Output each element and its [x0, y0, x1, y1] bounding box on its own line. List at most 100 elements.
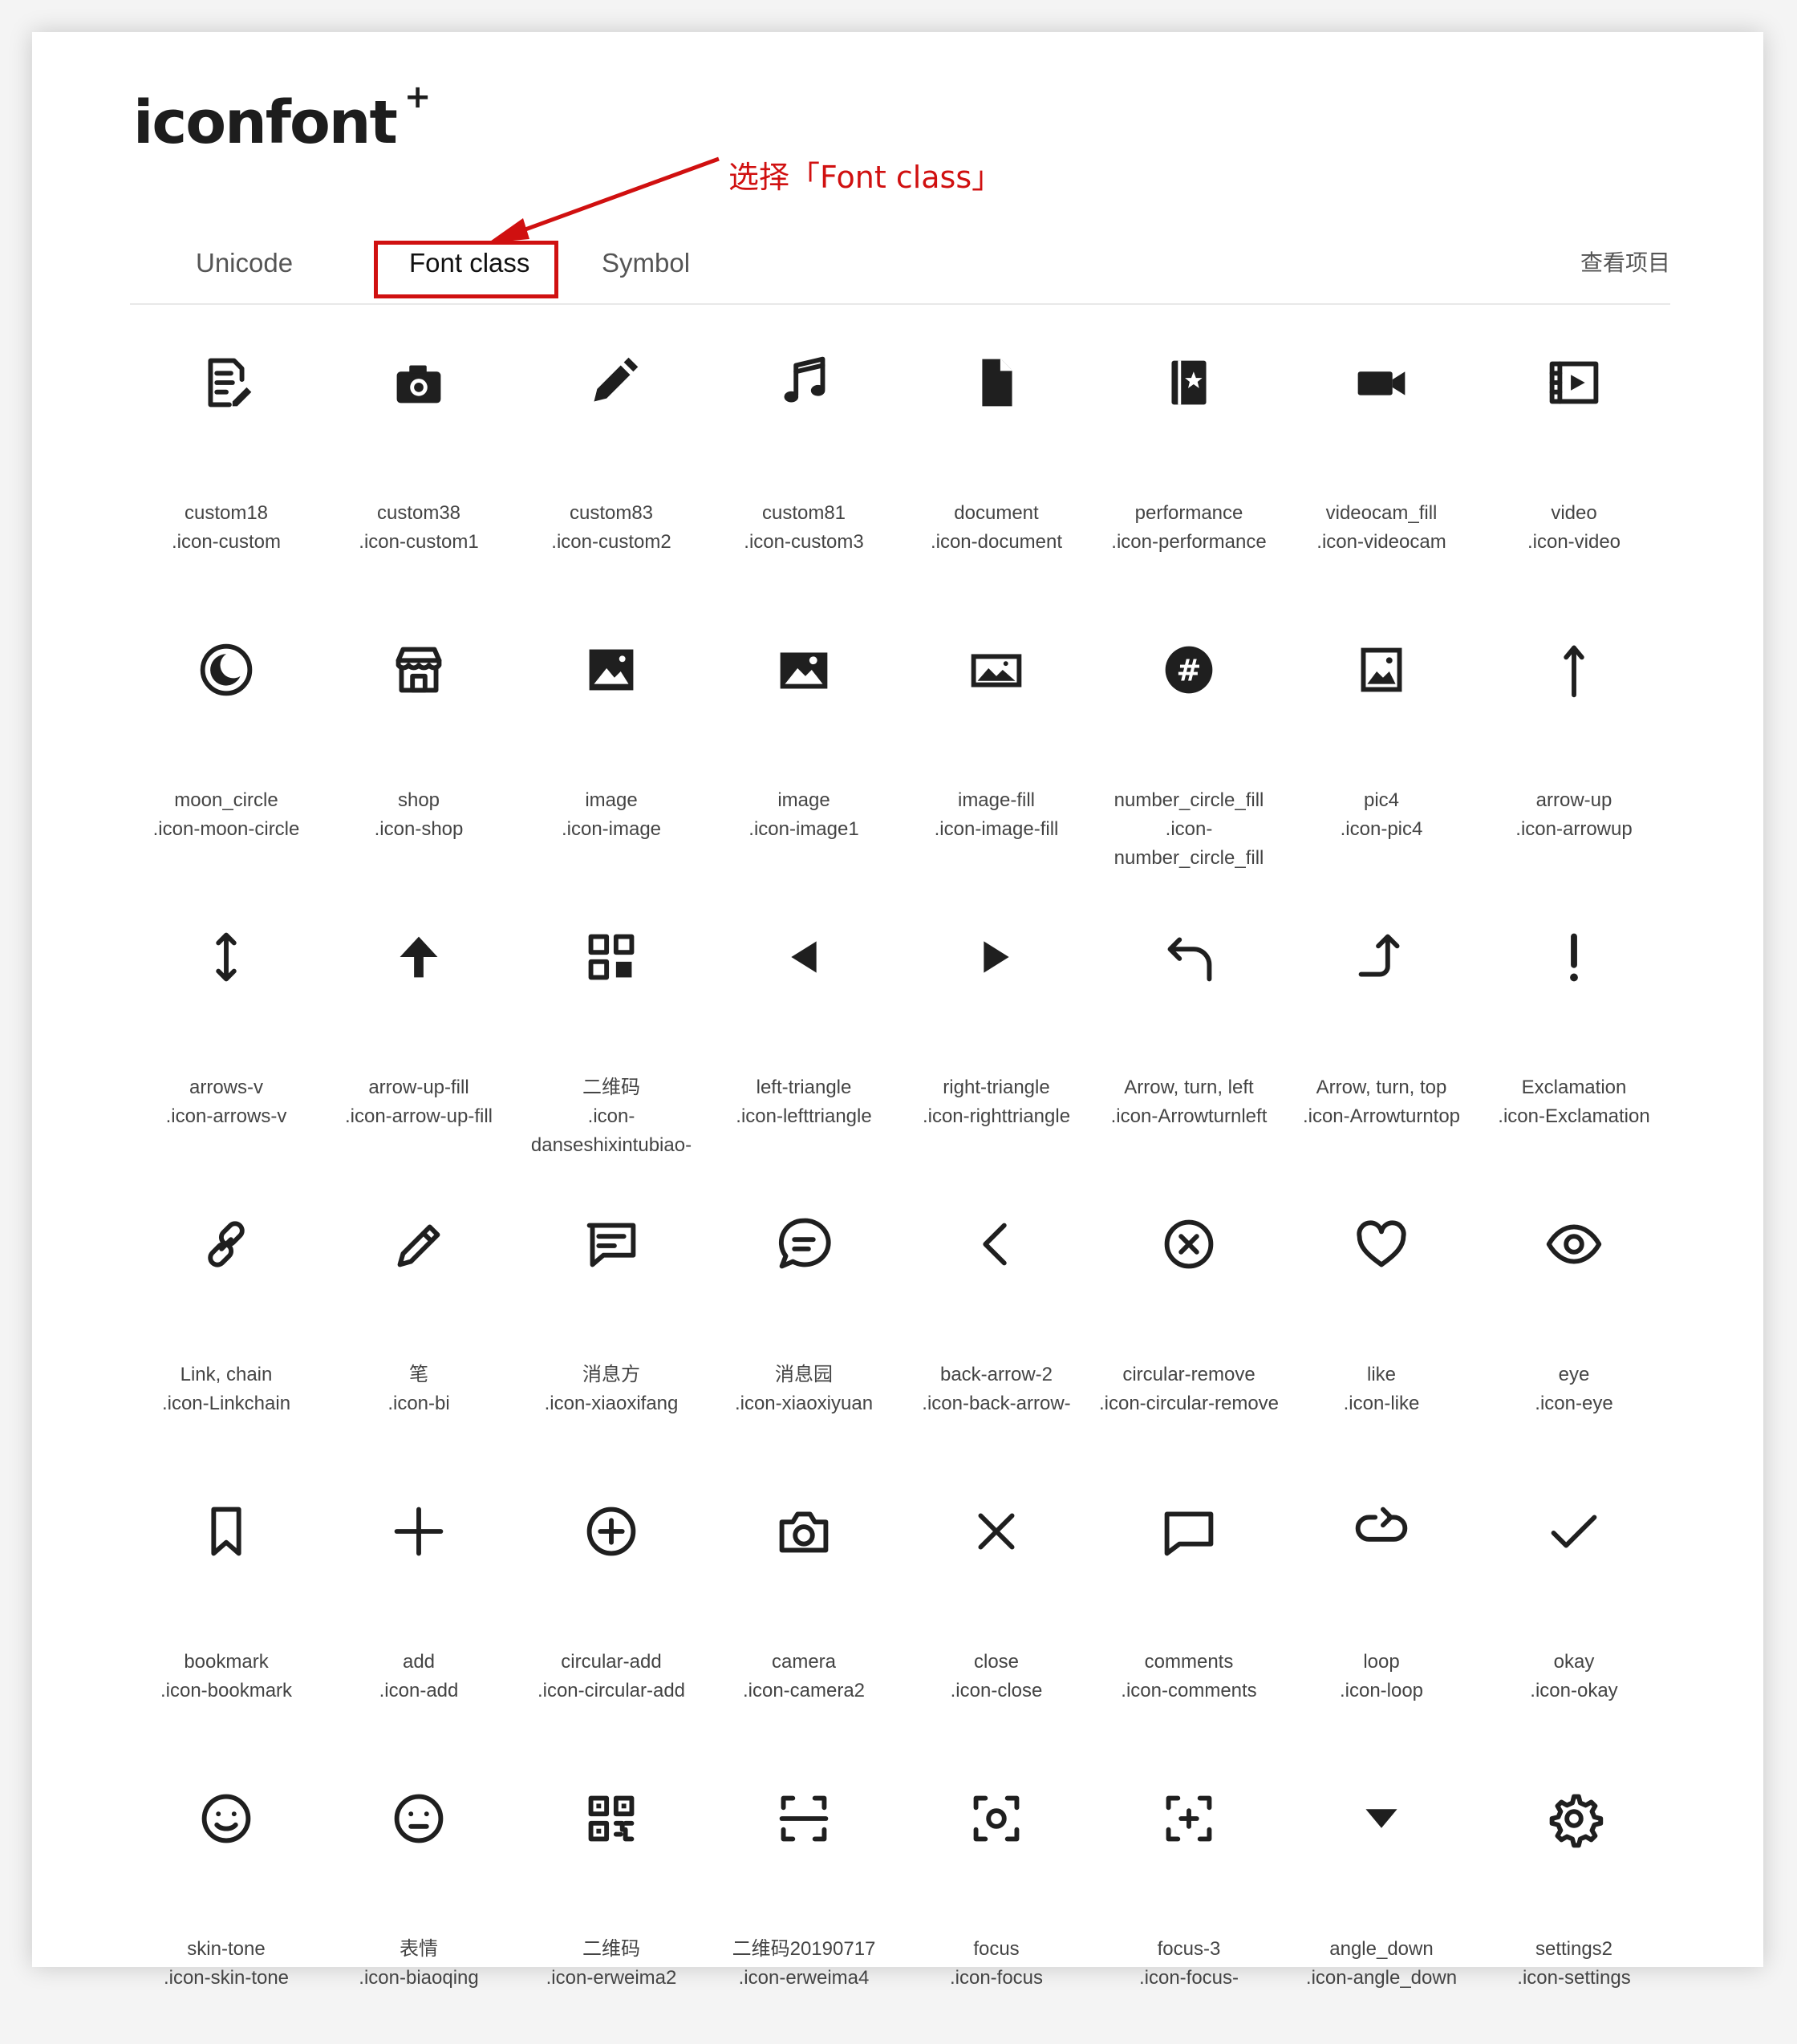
- icon-name: bookmark: [184, 1651, 269, 1673]
- icon-card[interactable]: 二维码 .icon-danseshixintubiao-: [515, 895, 708, 1182]
- icon-label: document .icon-document: [900, 499, 1093, 557]
- icon-card[interactable]: like .icon-like: [1285, 1182, 1478, 1470]
- qr-grid-icon: [575, 921, 647, 993]
- icon-card[interactable]: image .icon-image1: [708, 608, 900, 895]
- icon-card[interactable]: 笔 .icon-bi: [322, 1182, 515, 1470]
- icon-card[interactable]: back-arrow-2 .icon-back-arrow-: [900, 1182, 1093, 1470]
- icon-label: Arrow, turn, top .icon-Arrowturntop: [1285, 1073, 1478, 1131]
- arrow-up-icon: [1538, 634, 1610, 706]
- icon-card[interactable]: focus-3 .icon-focus-: [1093, 1757, 1285, 2044]
- icon-card[interactable]: left-triangle .icon-lefttriangle: [708, 895, 900, 1182]
- back-arrow-icon: [960, 1208, 1032, 1280]
- icon-class-name: .icon-angle_down: [1305, 1967, 1458, 1989]
- icon-card[interactable]: Exclamation .icon-Exclamation: [1478, 895, 1670, 1182]
- icon-card[interactable]: custom81 .icon-custom3: [708, 321, 900, 608]
- icon-card[interactable]: custom83 .icon-custom2: [515, 321, 708, 608]
- iconfont-logo[interactable]: iconfont +: [133, 79, 431, 157]
- icon-class-name: .icon-custom: [171, 531, 282, 553]
- icon-name: like: [1366, 1364, 1396, 1385]
- message-round-icon: [768, 1208, 840, 1280]
- icon-card[interactable]: Arrow, turn, left .icon-Arrowturnleft: [1093, 895, 1285, 1182]
- plus-icon: [383, 1495, 455, 1567]
- qr-code-icon: [575, 1782, 647, 1855]
- icon-card[interactable]: # number_circle_fill .icon-number_circle_f…: [1093, 608, 1285, 895]
- icon-card[interactable]: eye .icon-eye: [1478, 1182, 1670, 1470]
- icon-class-name: .icon-camera2: [742, 1680, 866, 1701]
- icon-label: angle_down .icon-angle_down: [1285, 1935, 1478, 1993]
- icon-card[interactable]: circular-remove .icon-circular-remove: [1093, 1182, 1285, 1470]
- tab-font-class[interactable]: Font class: [409, 223, 529, 303]
- icon-card[interactable]: image .icon-image: [515, 608, 708, 895]
- icon-card[interactable]: custom38 .icon-custom1: [322, 321, 515, 608]
- icon-card[interactable]: camera .icon-camera2: [708, 1470, 900, 1757]
- check-icon: [1538, 1495, 1610, 1567]
- icon-class-name: .icon-erweima2: [546, 1967, 677, 1989]
- icon-card[interactable]: performance .icon-performance: [1093, 321, 1285, 608]
- icon-card[interactable]: custom18 .icon-custom: [130, 321, 322, 608]
- icon-card[interactable]: close .icon-close: [900, 1470, 1093, 1757]
- icon-label: okay .icon-okay: [1478, 1648, 1670, 1705]
- icon-card[interactable]: document .icon-document: [900, 321, 1093, 608]
- icon-class-name: .icon-xiaoxifang: [544, 1393, 679, 1414]
- view-project-link[interactable]: 查看项目: [1580, 223, 1670, 303]
- icon-name: shop: [397, 789, 440, 811]
- icon-card[interactable]: comments .icon-comments: [1093, 1470, 1285, 1757]
- icon-class-name: .icon-image1: [748, 818, 859, 840]
- icon-card[interactable]: 二维码20190717 .icon-erweima4: [708, 1757, 900, 2044]
- icon-name: camera: [771, 1651, 837, 1673]
- icon-class-name: .icon-bookmark: [160, 1680, 293, 1701]
- icon-card[interactable]: moon_circle .icon-moon-circle: [130, 608, 322, 895]
- icon-card[interactable]: okay .icon-okay: [1478, 1470, 1670, 1757]
- icon-class-name: .icon-videocam: [1316, 531, 1446, 553]
- icon-label: comments .icon-comments: [1093, 1648, 1285, 1705]
- icon-card[interactable]: 消息方 .icon-xiaoxifang: [515, 1182, 708, 1470]
- icon-name: right-triangle: [943, 1077, 1050, 1098]
- icon-card[interactable]: Link, chain .icon-Linkchain: [130, 1182, 322, 1470]
- icon-class-name: .icon-custom1: [359, 531, 479, 553]
- icon-card[interactable]: Arrow, turn, top .icon-Arrowturntop: [1285, 895, 1478, 1182]
- icon-label: circular-remove .icon-circular-remove: [1093, 1361, 1285, 1418]
- icon-card[interactable]: arrow-up-fill .icon-arrow-up-fill: [322, 895, 515, 1182]
- icon-card[interactable]: 二维码 .icon-erweima2: [515, 1757, 708, 2044]
- tab-unicode[interactable]: Unicode: [196, 223, 293, 303]
- icon-card[interactable]: focus .icon-focus: [900, 1757, 1093, 2044]
- neutral-face-icon: [383, 1782, 455, 1855]
- icon-card[interactable]: loop .icon-loop: [1285, 1470, 1478, 1757]
- comment-icon: [1153, 1495, 1225, 1567]
- tab-bar: Unicode Font class Symbol 查看项目: [130, 223, 1670, 305]
- close-icon: [960, 1495, 1032, 1567]
- icon-class-name: .icon-lefttriangle: [736, 1105, 872, 1127]
- icon-card[interactable]: angle_down .icon-angle_down: [1285, 1757, 1478, 2044]
- icon-label: 笔 .icon-bi: [322, 1361, 515, 1418]
- icon-name: Arrow, turn, left: [1124, 1077, 1254, 1098]
- icon-card[interactable]: circular-add .icon-circular-add: [515, 1470, 708, 1757]
- arrow-turn-top-icon: [1345, 921, 1418, 993]
- icon-label: custom18 .icon-custom: [130, 499, 322, 557]
- icon-name: arrow-up: [1535, 789, 1612, 811]
- icon-card[interactable]: 表情 .icon-biaoqing: [322, 1757, 515, 2044]
- camera-outline-icon: [768, 1495, 840, 1567]
- icon-card[interactable]: 消息园 .icon-xiaoxiyuan: [708, 1182, 900, 1470]
- icon-name: 二维码: [582, 1077, 640, 1098]
- logo-plus: +: [404, 79, 431, 116]
- tab-symbol[interactable]: Symbol: [602, 223, 690, 303]
- icon-class-name: .icon-image: [561, 818, 662, 840]
- icon-card[interactable]: settings2 .icon-settings: [1478, 1757, 1670, 2044]
- icon-class-name: .icon-circular-add: [537, 1680, 686, 1701]
- icon-card[interactable]: image-fill .icon-image-fill: [900, 608, 1093, 895]
- icon-card[interactable]: skin-tone .icon-skin-tone: [130, 1757, 322, 2044]
- pic-icon: [1345, 634, 1418, 706]
- icon-class-name: .icon-erweima4: [738, 1967, 870, 1989]
- icon-card[interactable]: right-triangle .icon-righttriangle: [900, 895, 1093, 1182]
- icon-class-name: .icon-comments: [1121, 1680, 1257, 1701]
- icon-name: image: [585, 789, 638, 811]
- icon-card[interactable]: shop .icon-shop: [322, 608, 515, 895]
- icon-card[interactable]: add .icon-add: [322, 1470, 515, 1757]
- icon-label: shop .icon-shop: [322, 786, 515, 844]
- icon-card[interactable]: video .icon-video: [1478, 321, 1670, 608]
- icon-card[interactable]: arrows-v .icon-arrows-v: [130, 895, 322, 1182]
- icon-card[interactable]: videocam_fill .icon-videocam: [1285, 321, 1478, 608]
- icon-card[interactable]: arrow-up .icon-arrowup: [1478, 608, 1670, 895]
- icon-card[interactable]: bookmark .icon-bookmark: [130, 1470, 322, 1757]
- icon-card[interactable]: pic4 .icon-pic4: [1285, 608, 1478, 895]
